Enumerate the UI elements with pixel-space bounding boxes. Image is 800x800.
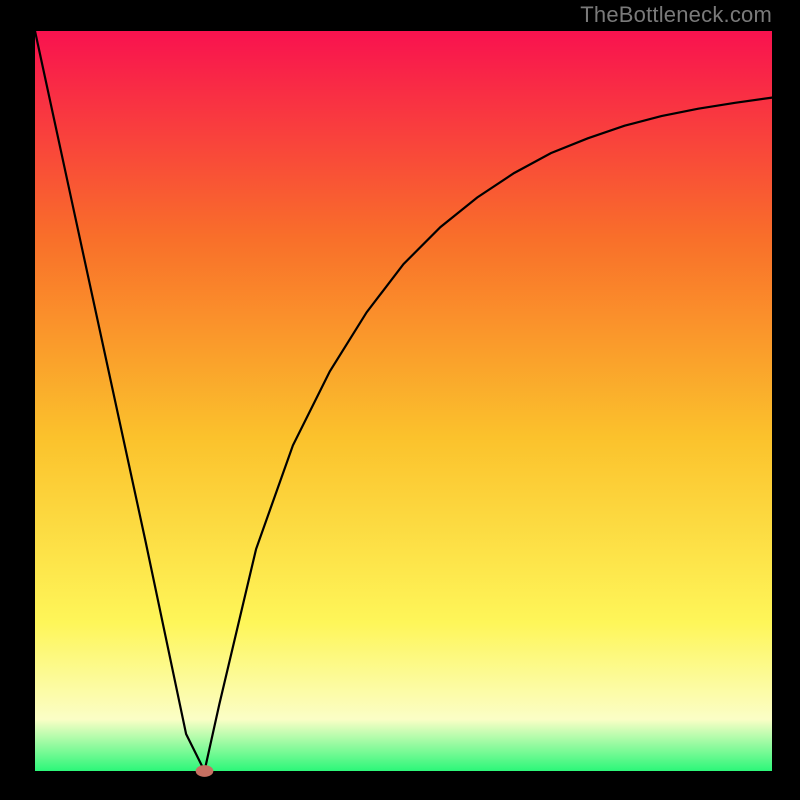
chart-canvas: [0, 0, 800, 800]
optimal-point-marker: [196, 765, 214, 777]
plot-background: [35, 31, 772, 771]
chart-frame: TheBottleneck.com: [0, 0, 800, 800]
